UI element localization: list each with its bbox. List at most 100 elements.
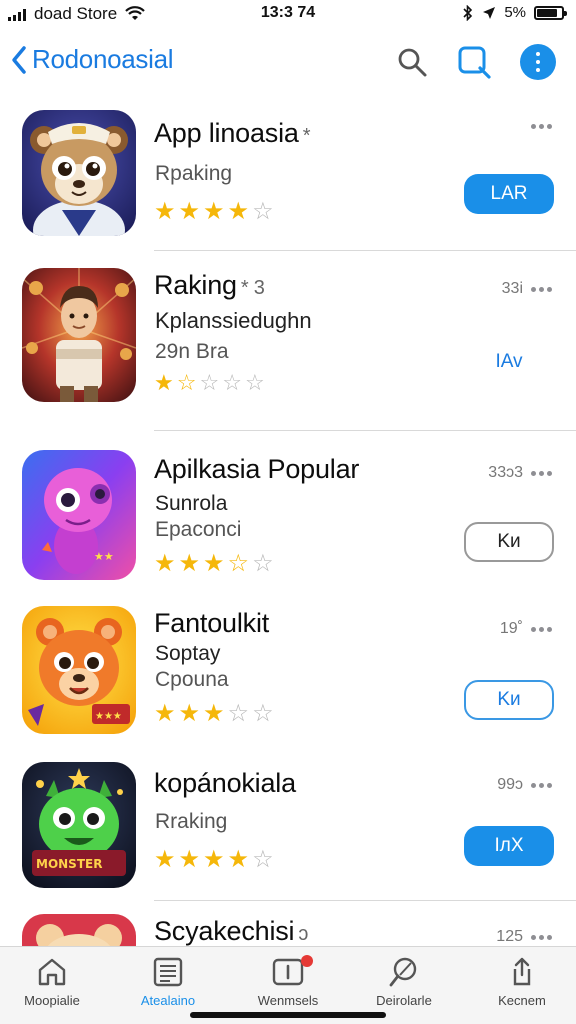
get-button[interactable]: IAv [464, 342, 554, 382]
nav-header: Rodonoasial [0, 36, 576, 88]
get-button[interactable]: Kи [464, 522, 554, 562]
app-name-text: Apilkasia Popular [154, 454, 360, 484]
tab-label: Wenmsels [257, 993, 319, 1008]
app-name[interactable]: kopánokiala [154, 768, 296, 799]
notification-badge [301, 955, 313, 967]
app-count: 33i [501, 280, 523, 297]
app-icon-raccoon[interactable] [22, 110, 136, 236]
app-count: 99ɔ [497, 776, 523, 793]
app-meta: 33i [502, 280, 552, 298]
search-square-icon [458, 46, 491, 79]
more-options-icon[interactable] [531, 934, 552, 940]
star-icon: ★ [227, 846, 250, 873]
more-options-icon[interactable] [531, 782, 552, 788]
app-meta: 19˚ [500, 620, 552, 638]
status-right: 5% [462, 4, 567, 21]
back-button[interactable]: Rodonoasial [10, 44, 174, 75]
more-button[interactable] [520, 44, 556, 80]
battery-fill [537, 8, 558, 17]
app-row[interactable]: ★★ Apilkasia Popular 33ɔ3 Sunrola Epacon… [0, 450, 576, 590]
star-icon: ★ [203, 198, 225, 225]
star-icon: ☆ [176, 370, 197, 395]
app-count: 33ɔ3 [488, 464, 523, 481]
app-name[interactable]: Apilkasia Popular [154, 454, 359, 485]
app-icon-character[interactable] [22, 268, 136, 402]
tab-label: Deirolarle [376, 993, 432, 1008]
app-subtitle: Rpaking [155, 162, 233, 185]
tab-share[interactable]: Kecnem [472, 955, 572, 1008]
app-subtitle: Rraking [155, 810, 228, 833]
tab-label: Kecnem [498, 993, 546, 1008]
app-name[interactable]: Fantoulkit [154, 608, 269, 639]
star-icon: ☆ [199, 370, 220, 395]
get-button[interactable]: Kи [464, 680, 554, 720]
app-row[interactable]: Raking * 3 33i Kplanssiedughn 29n Bra ★ ☆ ☆… [0, 266, 576, 416]
star-icon: ★ [203, 550, 225, 577]
app-name[interactable]: App linoasia * [154, 118, 310, 149]
star-icon: ☆ [252, 846, 274, 873]
app-subtitle: Sunrola [155, 492, 228, 515]
inbox-icon [272, 958, 304, 986]
divider [154, 900, 576, 901]
app-row[interactable]: MONSTER kopánokiala 99ɔ Rraking ★ ★ ★ ★ ☆ Iл… [0, 762, 576, 902]
home-icon [38, 958, 66, 986]
app-icon-bear[interactable]: ★★★ [22, 606, 136, 734]
app-name-text: kopánokiala [154, 768, 296, 798]
get-button[interactable]: LAR [464, 174, 554, 214]
more-dot [536, 52, 540, 56]
svg-text:MONSTER: MONSTER [36, 857, 102, 871]
news-icon [153, 957, 183, 987]
app-name[interactable]: Scyakechisi ɔ [154, 916, 308, 947]
app-subtitle-2: Epaconci [155, 518, 242, 541]
star-icon: ☆ [222, 370, 242, 395]
tab-search[interactable]: Deirolarle [354, 955, 454, 1008]
more-options-icon[interactable] [531, 470, 552, 476]
app-subtitle: Soptay [155, 642, 221, 665]
app-row[interactable]: ★★★ Fantoulkit 19˚ Soptay Cpouna ★ ★ ★ ☆ ☆ K… [0, 606, 576, 746]
star-icon: ★ [178, 550, 201, 577]
star-icon: ★ [154, 370, 174, 395]
app-meta: 99ɔ [497, 776, 552, 794]
chevron-left-icon [12, 45, 26, 74]
star-icon: ☆ [252, 550, 274, 577]
divider [154, 430, 576, 431]
star-icon: ☆ [252, 700, 274, 727]
tab-news[interactable]: Atealaino [118, 955, 218, 1008]
more-options-icon[interactable] [531, 286, 552, 292]
star-icon: ☆ [244, 370, 265, 395]
app-icon-monster[interactable]: MONSTER [22, 762, 136, 888]
svg-text:★★★: ★★★ [95, 711, 122, 722]
battery-icon [534, 5, 567, 20]
status-bar: doad Store 13:3 74 5% [0, 0, 576, 28]
app-row[interactable]: App linoasia * Rpaking ★ ★ ★ ★ ☆ LAR [0, 108, 576, 248]
app-name-text: App linoasia [154, 118, 299, 148]
tab-home[interactable]: Moopialie [2, 955, 102, 1008]
app-name-suffix: * 3 [240, 277, 265, 299]
star-icon: ★ [178, 198, 201, 225]
svg-text:★★: ★★ [94, 550, 114, 563]
app-name-suffix: ɔ [298, 923, 309, 945]
more-options-icon[interactable] [531, 124, 552, 129]
app-subtitle-2: Cpouna [155, 668, 229, 691]
app-icon-blob[interactable]: ★★ [22, 450, 136, 580]
search-button[interactable] [394, 44, 430, 80]
star-icon: ★ [203, 700, 225, 727]
star-icon: ★ [154, 700, 176, 727]
battery-percent: 5% [504, 4, 526, 21]
app-subtitle-2: 29n Bra [155, 340, 229, 363]
star-icon: ☆ [227, 700, 250, 727]
divider [154, 250, 576, 251]
app-name-text: Fantoulkit [154, 608, 270, 638]
rating-stars: ★ ★ ★ ★ ☆ [154, 848, 274, 872]
search-tab-button[interactable] [456, 44, 492, 80]
more-dot [536, 68, 540, 72]
app-name[interactable]: Raking * 3 [154, 270, 265, 301]
rating-stars: ★ ★ ★ ☆ ☆ [154, 552, 274, 576]
get-button[interactable]: IлX [464, 826, 554, 866]
page-title: Rodonoasial [32, 44, 174, 74]
star-icon: ★ [203, 846, 225, 873]
location-icon [483, 6, 496, 19]
tab-inbox[interactable]: Wenmsels [238, 955, 338, 1008]
more-options-icon[interactable] [531, 626, 552, 632]
rating-stars: ★ ★ ★ ☆ ☆ [154, 702, 274, 726]
